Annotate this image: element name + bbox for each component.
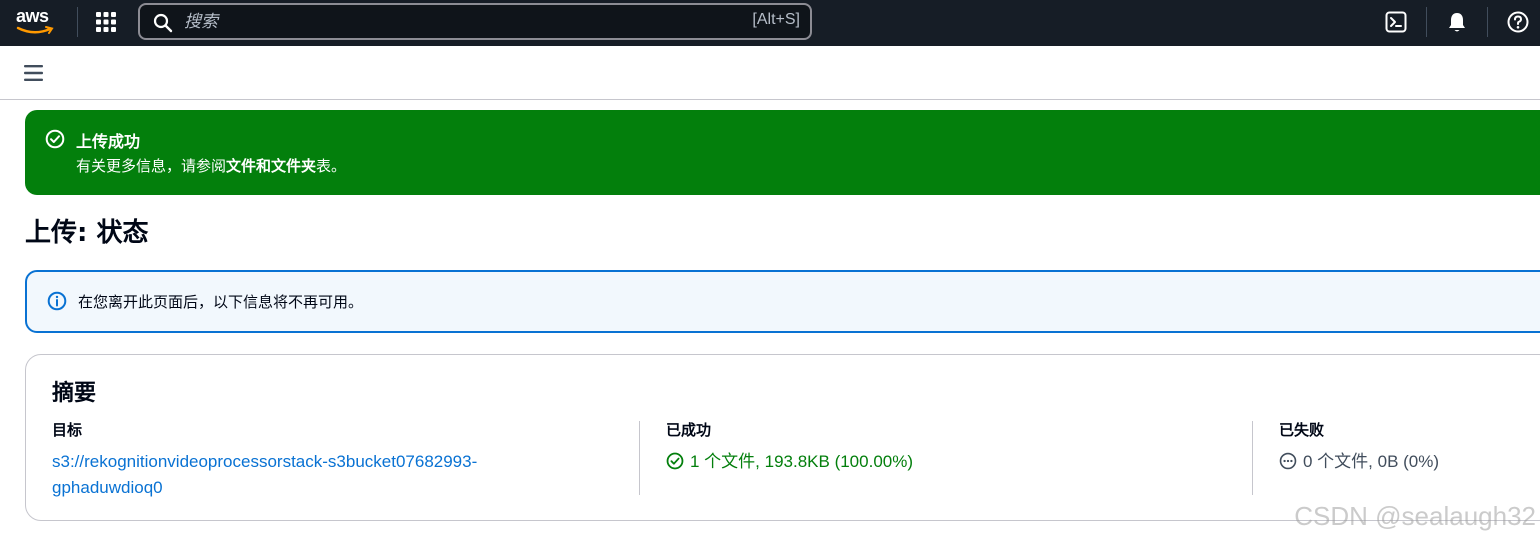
global-search[interactable]: [Alt+S]	[138, 3, 812, 40]
search-shortcut-hint: [Alt+S]	[752, 11, 800, 28]
cloudshell-icon[interactable]	[1384, 10, 1408, 34]
info-alert: 在您离开此页面后，以下信息将不再可用。	[25, 270, 1540, 333]
info-alert-text: 在您离开此页面后，以下信息将不再可用。	[78, 293, 364, 311]
summary-heading: 摘要	[52, 381, 97, 406]
topbar-divider	[77, 7, 78, 37]
watermark: CSDN @sealaugh32	[1294, 501, 1536, 531]
services-grid-icon[interactable]	[94, 10, 120, 36]
failed-label: 已失败	[1279, 421, 1325, 439]
menu-icon[interactable]	[24, 64, 44, 82]
destination-link-line1: s3://rekognitionvideoprocessorstack-s3bu…	[52, 452, 478, 471]
flash-message: 有关更多信息，请参阅文件和文件夹表。	[76, 155, 346, 176]
destination-link-line2: gphaduwdioq0	[52, 478, 163, 497]
succeeded-value: 1 个文件, 193.8KB (100.00%)	[666, 449, 1226, 475]
flash-message-prefix: 有关更多信息，请参阅	[76, 157, 227, 175]
topbar-divider	[1487, 7, 1488, 37]
column-divider	[1252, 421, 1253, 495]
aws-logo-text: aws	[16, 6, 49, 26]
bell-icon[interactable]	[1445, 10, 1469, 34]
destination-value: s3://rekognitionvideoprocessorstack-s3bu…	[52, 449, 632, 501]
summary-container: 摘要 目标 s3://rekognitionvideoprocessorstac…	[25, 354, 1540, 521]
pending-dots-icon	[1279, 452, 1297, 470]
succeeded-column: 已成功 1 个文件, 193.8KB (100.00%)	[666, 419, 1226, 475]
upload-success-flash: 上传成功 有关更多信息，请参阅文件和文件夹表。	[25, 110, 1540, 195]
success-check-icon	[666, 452, 684, 470]
destination-bucket-link[interactable]: s3://rekognitionvideoprocessorstack-s3bu…	[52, 452, 477, 497]
destination-label: 目标	[52, 421, 83, 439]
flash-message-suffix: 表。	[316, 157, 347, 175]
succeeded-text: 1 个文件, 193.8KB (100.00%)	[690, 452, 914, 471]
secondary-bar	[0, 46, 1540, 100]
search-icon	[153, 13, 173, 33]
failed-value: 0 个文件, 0B (0%)	[1279, 449, 1539, 475]
succeeded-label: 已成功	[666, 421, 712, 439]
topbar-divider	[1426, 7, 1427, 37]
top-navigation-bar: aws [Alt+S]	[0, 0, 1540, 46]
files-and-folders-link[interactable]: 文件和文件夹	[226, 157, 316, 175]
aws-smile-icon	[16, 26, 54, 34]
column-divider	[639, 421, 640, 495]
aws-logo[interactable]: aws	[14, 4, 58, 40]
page-title: 上传: 状态	[25, 218, 149, 248]
flash-title: 上传成功	[76, 132, 141, 151]
search-input[interactable]	[184, 9, 724, 35]
success-check-icon	[45, 129, 65, 149]
destination-column: 目标 s3://rekognitionvideoprocessorstack-s…	[52, 419, 632, 501]
failed-column: 已失败 0 个文件, 0B (0%)	[1279, 419, 1539, 475]
info-icon	[47, 291, 67, 311]
failed-text: 0 个文件, 0B (0%)	[1303, 452, 1440, 471]
help-icon[interactable]	[1506, 10, 1530, 34]
